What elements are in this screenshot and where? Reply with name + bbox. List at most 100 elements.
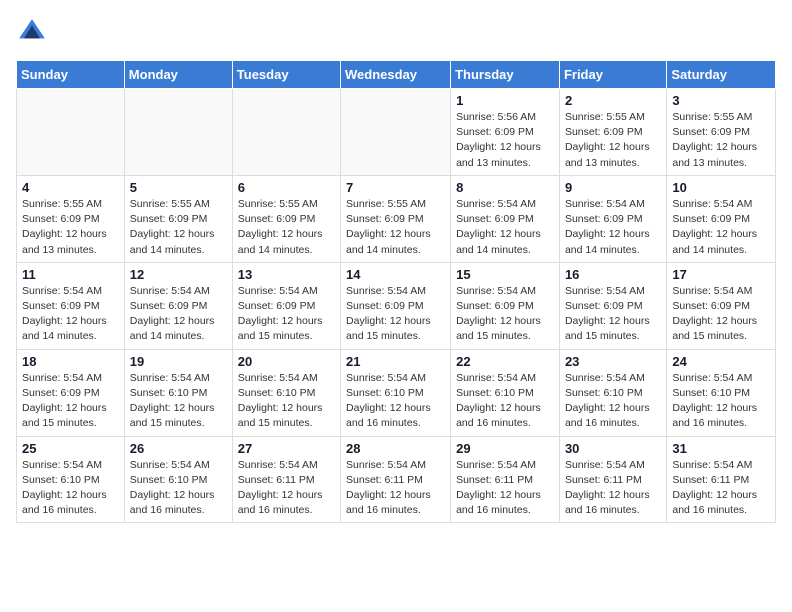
calendar-cell: 23 Sunrise: 5:54 AM Sunset: 6:10 PM Dayli…: [559, 349, 666, 436]
day-detail: Sunrise: 5:54 AM Sunset: 6:11 PM Dayligh…: [456, 458, 554, 519]
day-detail: Sunrise: 5:55 AM Sunset: 6:09 PM Dayligh…: [672, 110, 770, 171]
day-detail: Sunrise: 5:54 AM Sunset: 6:11 PM Dayligh…: [346, 458, 445, 519]
day-number: 18: [22, 354, 119, 369]
day-number: 14: [346, 267, 445, 282]
calendar-table: SundayMondayTuesdayWednesdayThursdayFrid…: [16, 60, 776, 523]
day-detail: Sunrise: 5:54 AM Sunset: 6:10 PM Dayligh…: [130, 458, 227, 519]
day-number: 7: [346, 180, 445, 195]
calendar-cell: 5 Sunrise: 5:55 AM Sunset: 6:09 PM Daylig…: [124, 175, 232, 262]
weekday-header-sunday: Sunday: [17, 61, 125, 89]
day-number: 6: [238, 180, 335, 195]
day-detail: Sunrise: 5:55 AM Sunset: 6:09 PM Dayligh…: [238, 197, 335, 258]
day-detail: Sunrise: 5:54 AM Sunset: 6:09 PM Dayligh…: [22, 284, 119, 345]
day-number: 26: [130, 441, 227, 456]
day-number: 16: [565, 267, 661, 282]
day-number: 10: [672, 180, 770, 195]
calendar-cell: 19 Sunrise: 5:54 AM Sunset: 6:10 PM Dayli…: [124, 349, 232, 436]
day-number: 2: [565, 93, 661, 108]
weekday-header-wednesday: Wednesday: [341, 61, 451, 89]
day-number: 29: [456, 441, 554, 456]
calendar-cell: 6 Sunrise: 5:55 AM Sunset: 6:09 PM Daylig…: [232, 175, 340, 262]
calendar-cell: 26 Sunrise: 5:54 AM Sunset: 6:10 PM Dayli…: [124, 436, 232, 523]
day-detail: Sunrise: 5:54 AM Sunset: 6:10 PM Dayligh…: [22, 458, 119, 519]
day-number: 12: [130, 267, 227, 282]
day-detail: Sunrise: 5:54 AM Sunset: 6:09 PM Dayligh…: [672, 284, 770, 345]
day-number: 30: [565, 441, 661, 456]
day-number: 13: [238, 267, 335, 282]
day-number: 28: [346, 441, 445, 456]
day-detail: Sunrise: 5:54 AM Sunset: 6:09 PM Dayligh…: [22, 371, 119, 432]
day-detail: Sunrise: 5:54 AM Sunset: 6:10 PM Dayligh…: [672, 371, 770, 432]
calendar-cell: 17 Sunrise: 5:54 AM Sunset: 6:09 PM Dayli…: [667, 262, 776, 349]
day-number: 24: [672, 354, 770, 369]
calendar-cell: 20Sunrise: 5:54 AM Sunset: 6:10 PM Dayli…: [232, 349, 340, 436]
calendar-cell: 10 Sunrise: 5:54 AM Sunset: 6:09 PM Dayli…: [667, 175, 776, 262]
calendar-cell: 14 Sunrise: 5:54 AM Sunset: 6:09 PM Dayli…: [341, 262, 451, 349]
day-detail: Sunrise: 5:55 AM Sunset: 6:09 PM Dayligh…: [130, 197, 227, 258]
day-number: 8: [456, 180, 554, 195]
calendar-cell: 18 Sunrise: 5:54 AM Sunset: 6:09 PM Dayli…: [17, 349, 125, 436]
day-number: 21: [346, 354, 445, 369]
day-number: 15: [456, 267, 554, 282]
day-number: 22: [456, 354, 554, 369]
day-number: 23: [565, 354, 661, 369]
calendar-cell: 1Sunrise: 5:56 AM Sunset: 6:09 PM Daylig…: [451, 89, 560, 176]
day-number: 1: [456, 93, 554, 108]
weekday-header-thursday: Thursday: [451, 61, 560, 89]
day-detail: Sunrise: 5:54 AM Sunset: 6:09 PM Dayligh…: [456, 284, 554, 345]
day-number: 11: [22, 267, 119, 282]
calendar-cell: 4Sunrise: 5:55 AM Sunset: 6:09 PM Daylig…: [17, 175, 125, 262]
day-number: 9: [565, 180, 661, 195]
calendar-cell: 24 Sunrise: 5:54 AM Sunset: 6:10 PM Dayli…: [667, 349, 776, 436]
day-number: 31: [672, 441, 770, 456]
day-number: 4: [22, 180, 119, 195]
calendar-cell: [124, 89, 232, 176]
calendar-cell: 25 Sunrise: 5:54 AM Sunset: 6:10 PM Dayli…: [17, 436, 125, 523]
calendar-cell: [17, 89, 125, 176]
calendar-cell: 30 Sunrise: 5:54 AM Sunset: 6:11 PM Dayli…: [559, 436, 666, 523]
day-detail: Sunrise: 5:54 AM Sunset: 6:09 PM Dayligh…: [565, 284, 661, 345]
calendar-cell: 3 Sunrise: 5:55 AM Sunset: 6:09 PM Daylig…: [667, 89, 776, 176]
day-detail: Sunrise: 5:54 AM Sunset: 6:11 PM Dayligh…: [238, 458, 335, 519]
day-number: 17: [672, 267, 770, 282]
calendar-cell: 11 Sunrise: 5:54 AM Sunset: 6:09 PM Dayli…: [17, 262, 125, 349]
calendar-cell: 27 Sunrise: 5:54 AM Sunset: 6:11 PM Dayli…: [232, 436, 340, 523]
calendar-cell: 22Sunrise: 5:54 AM Sunset: 6:10 PM Dayli…: [451, 349, 560, 436]
day-detail: Sunrise: 5:54 AM Sunset: 6:09 PM Dayligh…: [130, 284, 227, 345]
calendar-cell: 21 Sunrise: 5:54 AM Sunset: 6:10 PM Dayli…: [341, 349, 451, 436]
day-number: 25: [22, 441, 119, 456]
day-detail: Sunrise: 5:54 AM Sunset: 6:10 PM Dayligh…: [130, 371, 227, 432]
calendar-cell: 12 Sunrise: 5:54 AM Sunset: 6:09 PM Dayli…: [124, 262, 232, 349]
day-detail: Sunrise: 5:54 AM Sunset: 6:11 PM Dayligh…: [672, 458, 770, 519]
calendar-week-3: 11 Sunrise: 5:54 AM Sunset: 6:09 PM Dayli…: [17, 262, 776, 349]
calendar-cell: 13 Sunrise: 5:54 AM Sunset: 6:09 PM Dayli…: [232, 262, 340, 349]
calendar-cell: 8 Sunrise: 5:54 AM Sunset: 6:09 PM Daylig…: [451, 175, 560, 262]
day-detail: Sunrise: 5:54 AM Sunset: 6:09 PM Dayligh…: [672, 197, 770, 258]
day-number: 19: [130, 354, 227, 369]
calendar-cell: 9Sunrise: 5:54 AM Sunset: 6:09 PM Daylig…: [559, 175, 666, 262]
calendar-cell: 15 Sunrise: 5:54 AM Sunset: 6:09 PM Dayli…: [451, 262, 560, 349]
calendar-cell: [341, 89, 451, 176]
weekday-header-tuesday: Tuesday: [232, 61, 340, 89]
calendar-week-5: 25 Sunrise: 5:54 AM Sunset: 6:10 PM Dayli…: [17, 436, 776, 523]
calendar-cell: 29 Sunrise: 5:54 AM Sunset: 6:11 PM Dayli…: [451, 436, 560, 523]
calendar-week-1: 1Sunrise: 5:56 AM Sunset: 6:09 PM Daylig…: [17, 89, 776, 176]
day-number: 27: [238, 441, 335, 456]
day-detail: Sunrise: 5:54 AM Sunset: 6:09 PM Dayligh…: [346, 284, 445, 345]
day-detail: Sunrise: 5:54 AM Sunset: 6:09 PM Dayligh…: [456, 197, 554, 258]
day-detail: Sunrise: 5:54 AM Sunset: 6:10 PM Dayligh…: [346, 371, 445, 432]
day-detail: Sunrise: 5:54 AM Sunset: 6:11 PM Dayligh…: [565, 458, 661, 519]
day-number: 20: [238, 354, 335, 369]
day-number: 5: [130, 180, 227, 195]
day-detail: Sunrise: 5:54 AM Sunset: 6:09 PM Dayligh…: [238, 284, 335, 345]
weekday-header-friday: Friday: [559, 61, 666, 89]
day-number: 3: [672, 93, 770, 108]
calendar-week-2: 4 Sunrise: 5:55 AM Sunset: 6:09 PM Daylig…: [17, 175, 776, 262]
day-detail: Sunrise: 5:54 AM Sunset: 6:10 PM Dayligh…: [565, 371, 661, 432]
logo: [16, 16, 50, 48]
day-detail: Sunrise: 5:55 AM Sunset: 6:09 PM Dayligh…: [565, 110, 661, 171]
calendar-cell: 31 Sunrise: 5:54 AM Sunset: 6:11 PM Dayli…: [667, 436, 776, 523]
calendar-cell: 28 Sunrise: 5:54 AM Sunset: 6:11 PM Dayli…: [341, 436, 451, 523]
calendar-cell: 7Sunrise: 5:55 AM Sunset: 6:09 PM Daylig…: [341, 175, 451, 262]
calendar-cell: 2 Sunrise: 5:55 AM Sunset: 6:09 PM Daylig…: [559, 89, 666, 176]
